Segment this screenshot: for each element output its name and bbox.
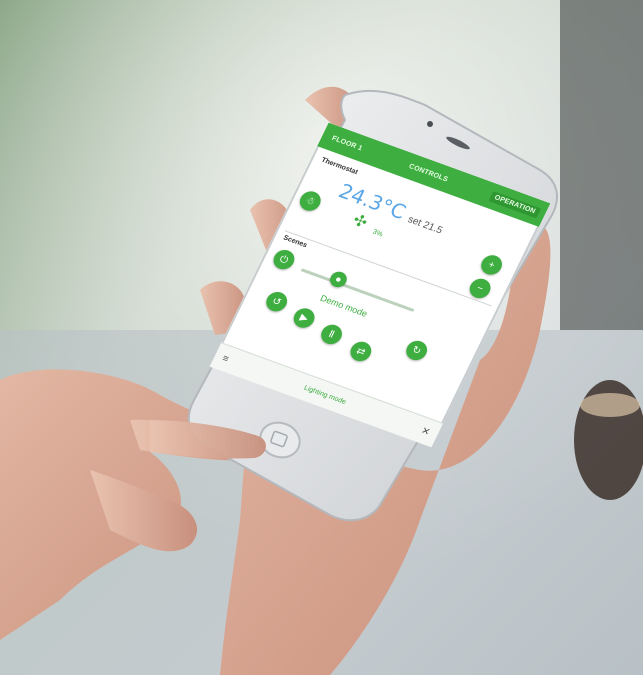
scene-button-4[interactable]: ⇄ — [347, 339, 375, 364]
fan-speed-label: 3% — [371, 228, 384, 239]
scene-button-3[interactable]: Ⅱ — [317, 321, 346, 347]
scene-label: Demo mode — [318, 292, 370, 319]
scene-button-5[interactable]: ↻ — [402, 338, 431, 363]
tab-floor[interactable]: FLOOR 1 — [326, 131, 368, 155]
close-icon[interactable]: ✕ — [419, 425, 432, 438]
mode-icon[interactable]: ☃ — [296, 188, 325, 214]
scene-button-2[interactable]: ▶ — [290, 305, 318, 331]
scene-power-button[interactable]: ⏻ — [270, 247, 298, 273]
menu-icon[interactable]: ≡ — [220, 353, 230, 365]
scene-button-1[interactable]: ↺ — [262, 289, 291, 315]
setpoint-value: set 21.5 — [405, 214, 445, 237]
bottom-mode-label[interactable]: Lighting mode — [303, 384, 347, 405]
